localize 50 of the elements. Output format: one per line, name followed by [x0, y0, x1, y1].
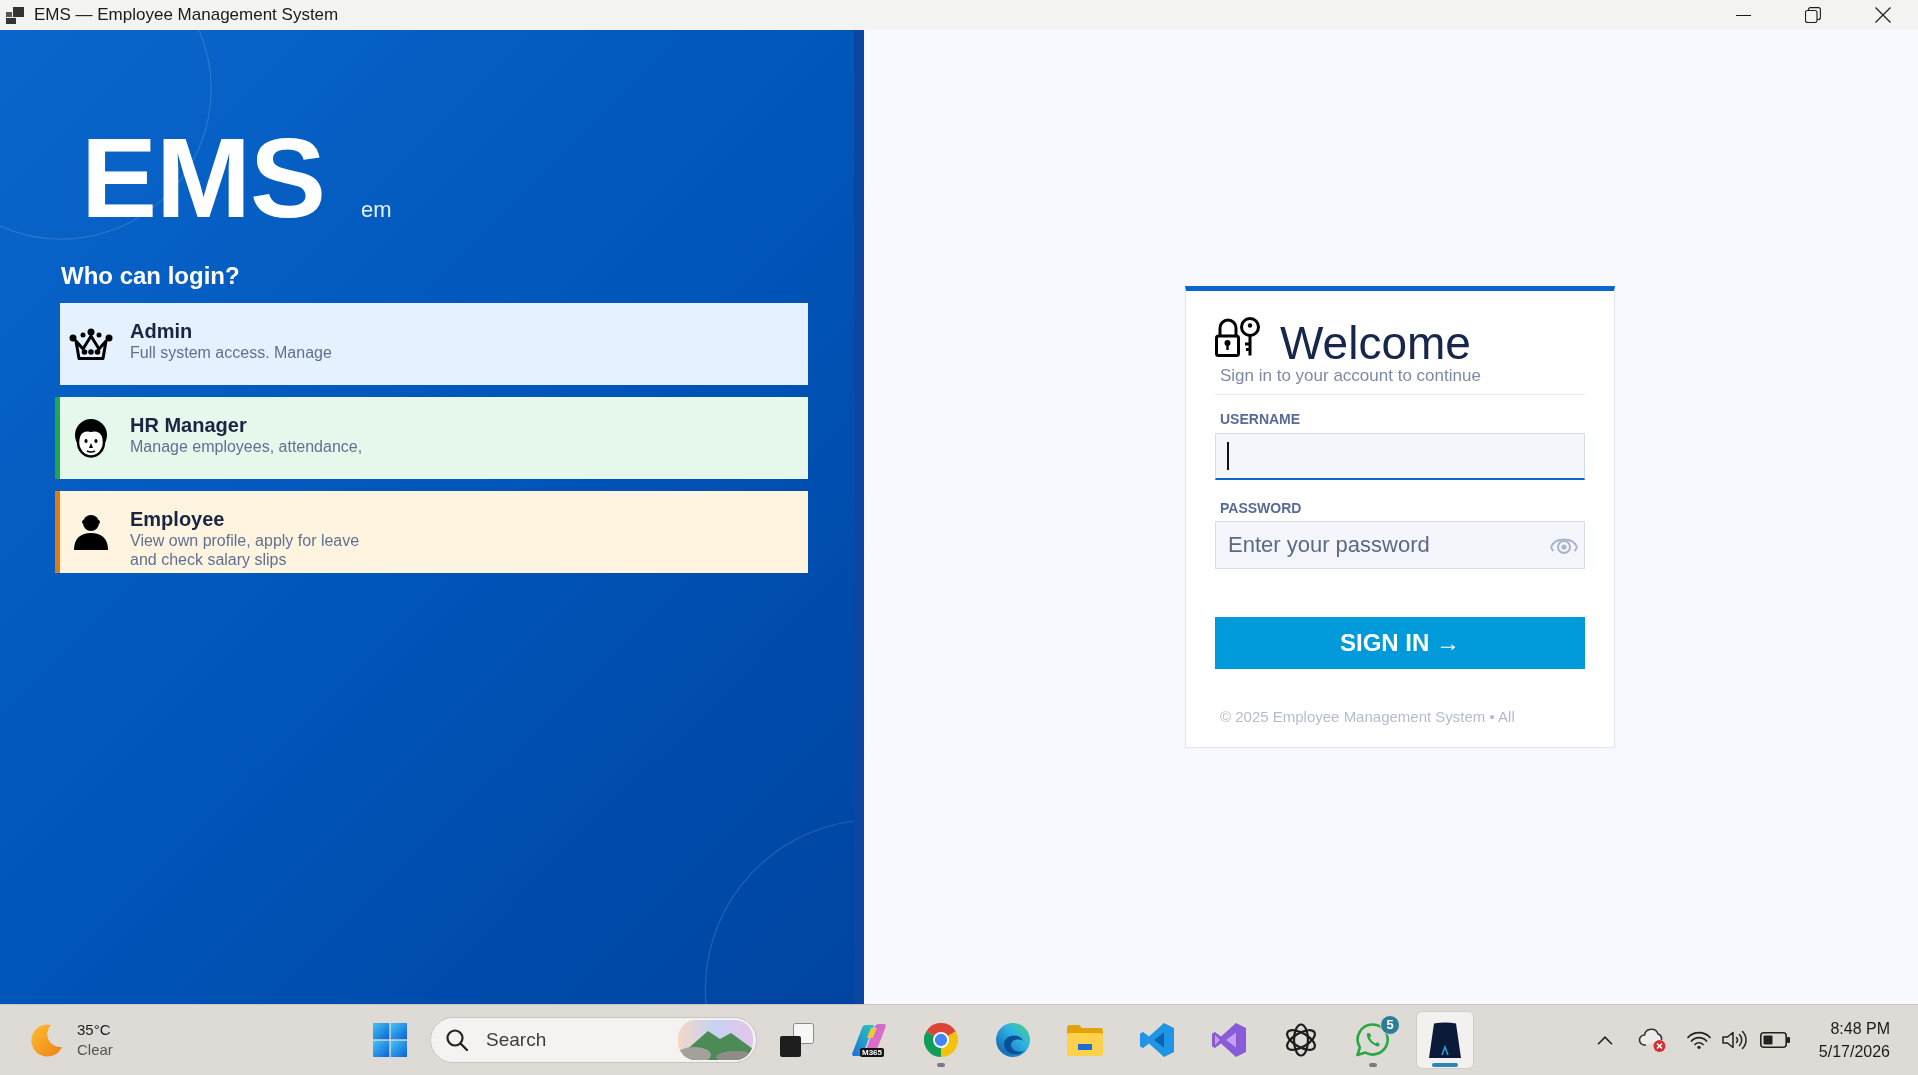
search-icon [446, 1029, 468, 1051]
username-field[interactable] [1215, 433, 1585, 480]
logo-text: EMS [81, 121, 326, 235]
tagline-text: em [361, 197, 392, 223]
window-title: EMS — Employee Management System [34, 5, 339, 25]
role-description: Full system access. Manage [130, 342, 332, 362]
subtitle-text: Sign in to your account to continue [1220, 366, 1481, 386]
copyright-footer: © 2025 Employee Management System • All [1220, 708, 1515, 726]
role-description: Manage employees, attendance, [130, 436, 363, 456]
segmented-circle-icon [924, 1023, 958, 1057]
chevron-up-icon [1596, 1035, 1613, 1045]
weather-condition-text: Clear [77, 1040, 113, 1060]
app-window-icon [6, 6, 24, 24]
field-label: USERNAME [1220, 411, 1301, 428]
role-title: Employee [130, 506, 225, 531]
minimize-icon [1735, 14, 1751, 16]
landscape-icon [678, 1020, 753, 1060]
wave-circle-icon [996, 1023, 1030, 1057]
role-description: View own profile, apply for leave and check salary slips [130, 530, 361, 569]
padlock-and-key-icon [1215, 317, 1261, 357]
person-silhouette-icon [73, 513, 109, 551]
password-field[interactable]: Enter your password [1215, 521, 1585, 569]
clock-button[interactable]: 8:48 PM 5/17/2026 [1812, 1017, 1896, 1063]
battery-icon [1759, 1032, 1790, 1048]
app-logo-icon [1429, 1022, 1461, 1058]
crescent-moon-icon [31, 1023, 64, 1057]
crown-icon [69, 326, 113, 361]
taskbar-button[interactable]: M365 [841, 1012, 897, 1068]
ribbon-logo-icon [1212, 1023, 1246, 1057]
speaker-icon [1721, 1030, 1748, 1050]
four-tiles-icon [373, 1023, 407, 1057]
flower-knot-icon [1284, 1023, 1318, 1057]
temperature-text: 35°C [77, 1020, 111, 1040]
taskbar-button[interactable] [1417, 1012, 1473, 1068]
role-title: HR Manager [130, 412, 247, 437]
field-label: PASSWORD [1220, 500, 1302, 517]
role-title: Admin [130, 318, 193, 343]
taskbar-button[interactable]: 5 [1345, 1012, 1401, 1068]
cloud-error-icon [1637, 1028, 1666, 1052]
notification-badge: 5 [1380, 1015, 1400, 1035]
stacked-squares-icon [780, 1023, 814, 1057]
ribbon-logo-icon [1140, 1023, 1174, 1057]
wifi-icon [1686, 1031, 1711, 1049]
welcome-heading: Welcome [1280, 320, 1471, 366]
restore-icon [1805, 7, 1821, 23]
section-heading: Who can login? [61, 262, 240, 291]
cartoon-face-icon [72, 417, 110, 458]
close-icon [1875, 7, 1891, 23]
folder-icon [1067, 1024, 1103, 1056]
text-cursor-icon [1227, 442, 1229, 470]
